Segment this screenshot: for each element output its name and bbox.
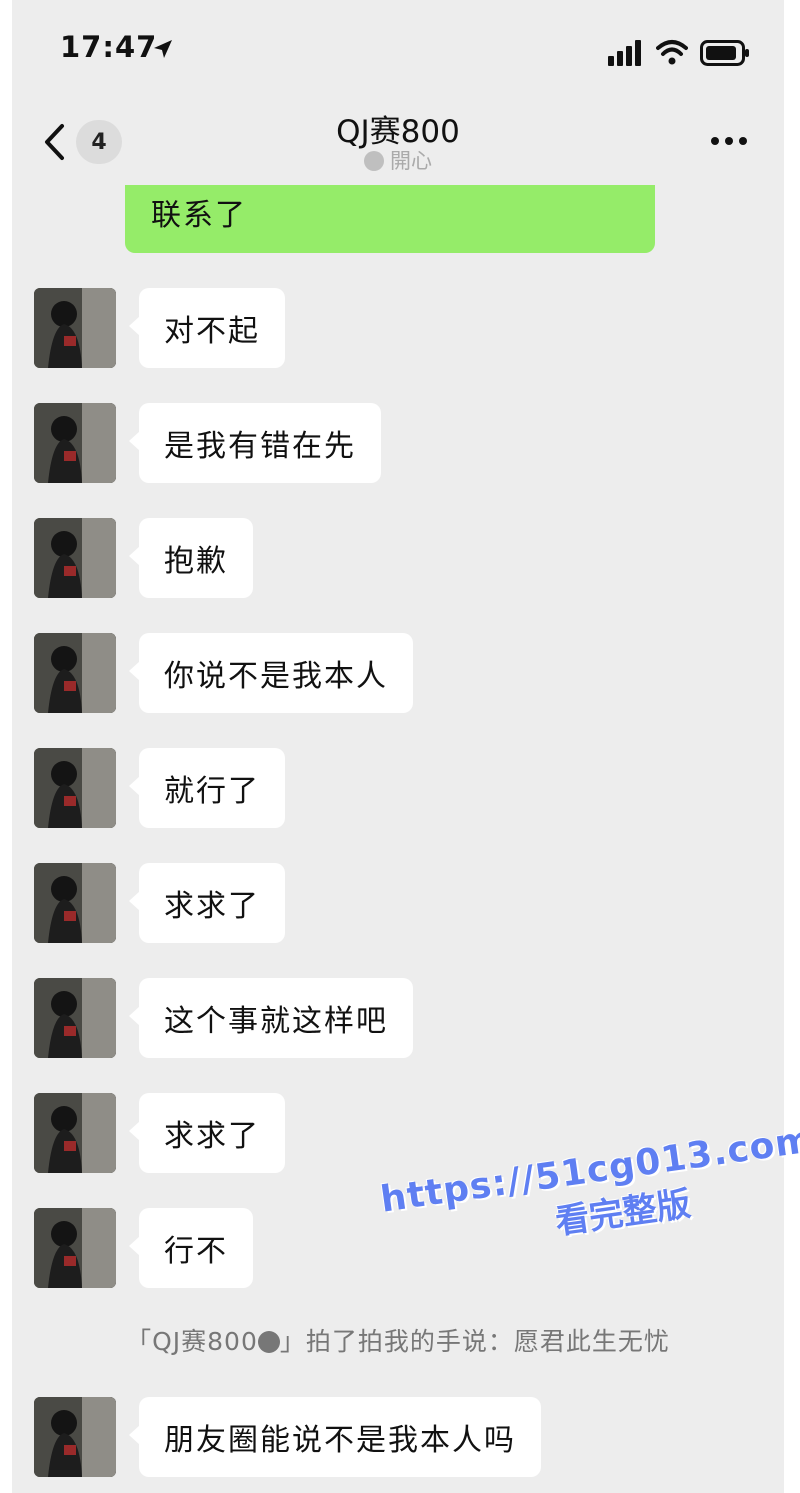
contact-avatar[interactable] [34,288,116,368]
chat-header: 4 QJ赛800 開心 [12,100,784,185]
message-row: 抱歉 [12,518,784,598]
smile-icon [257,1331,280,1353]
signal-icon [608,40,641,66]
incoming-message-bubble[interactable]: 求求了 [129,1093,285,1173]
outgoing-message-text: 联系了 [151,198,247,233]
contact-avatar[interactable] [34,748,116,828]
chat-status-text: 開心 [390,149,432,173]
smile-icon [364,151,384,171]
incoming-message-bubble[interactable]: 是我有错在先 [129,403,381,483]
pat-system-notice: 「QJ赛800 」拍了拍我的手说：愿君此生无忧 [12,1322,784,1358]
message-row: 对不起 [12,288,784,368]
contact-avatar[interactable] [34,518,116,598]
message-row: 你说不是我本人 [12,633,784,713]
contact-avatar[interactable] [34,403,116,483]
incoming-message-bubble[interactable]: 就行了 [129,748,285,828]
incoming-message-bubble[interactable]: 抱歉 [129,518,253,598]
pat-notice-name: 「QJ赛800 [126,1327,258,1356]
incoming-message-bubble[interactable]: 求求了 [129,863,285,943]
chat-screen: 联系了 17:47 4 QJ赛800 開心 对不起 是我有错在先 抱歉 你说不是… [12,0,784,1493]
battery-icon [700,40,749,66]
contact-avatar[interactable] [34,978,116,1058]
status-time: 17:47 [60,30,158,64]
incoming-message-bubble[interactable]: 朋友圈能说不是我本人吗 [129,1397,541,1477]
contact-avatar[interactable] [34,1208,116,1288]
wifi-icon [656,40,688,65]
message-row: 朋友圈能说不是我本人吗 [12,1397,784,1477]
incoming-message-bubble[interactable]: 对不起 [129,288,285,368]
status-bar: 17:47 [12,0,784,100]
pat-notice-text: 」拍了拍我的手说：愿君此生无忧 [279,1327,670,1356]
contact-avatar[interactable] [34,863,116,943]
contact-avatar[interactable] [34,633,116,713]
message-row: 这个事就这样吧 [12,978,784,1058]
message-row: 是我有错在先 [12,403,784,483]
location-arrow-icon [154,40,172,58]
chat-status: 開心 [12,145,784,175]
contact-avatar[interactable] [34,1093,116,1173]
incoming-message-bubble[interactable]: 你说不是我本人 [129,633,413,713]
incoming-message-bubble[interactable]: 行不 [129,1208,253,1288]
message-row: 就行了 [12,748,784,828]
contact-avatar[interactable] [34,1397,116,1477]
message-row: 求求了 [12,863,784,943]
more-options-icon[interactable] [710,136,748,146]
incoming-message-bubble[interactable]: 这个事就这样吧 [129,978,413,1058]
